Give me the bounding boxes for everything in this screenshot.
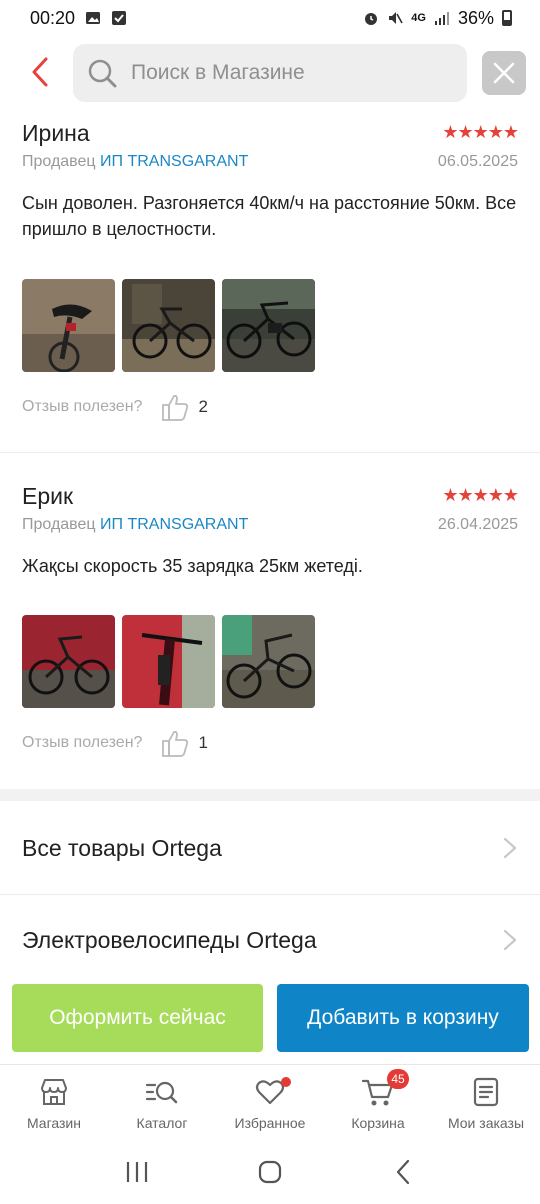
nav-item-store[interactable]: Магазин <box>0 1065 108 1140</box>
heart-icon <box>253 1075 291 1109</box>
close-icon <box>493 62 515 84</box>
orders-icon <box>469 1075 503 1109</box>
system-nav-bar <box>0 1140 540 1204</box>
review-card: Ерик ★★★★★ Продавец ИП TRANSGARANT 26.04… <box>0 483 540 783</box>
signal-icon <box>434 12 449 25</box>
all-products-label: Все товары Ortega <box>22 834 222 861</box>
review-photos <box>22 279 315 372</box>
recent-apps-icon <box>126 1162 147 1182</box>
alarm-icon <box>365 13 378 25</box>
review-photo[interactable] <box>122 615 215 708</box>
seller-label: Продавец <box>22 153 96 170</box>
ebikes-link[interactable]: Электровелосипеды Ortega <box>0 895 540 985</box>
catalog-search-icon <box>145 1075 179 1109</box>
nav-label: Корзина <box>351 1115 405 1131</box>
seller-link[interactable]: ИП TRANSGARANT <box>100 516 248 533</box>
helpful-row: Отзыв полезен? 2 <box>22 392 208 422</box>
mute-icon <box>389 12 403 24</box>
battery-icon <box>502 10 512 26</box>
review-text: Жақсы скорость 35 зарядка 25км жетеді. <box>22 556 363 576</box>
back-arrow-icon <box>397 1159 410 1185</box>
review-date: 26.04.2025 <box>437 516 518 533</box>
cart-badge: 45 <box>387 1069 409 1089</box>
home-icon <box>258 1160 282 1184</box>
helpful-count: 2 <box>198 397 208 416</box>
chevron-right-icon <box>503 929 517 951</box>
review-photo[interactable] <box>222 615 315 708</box>
helpful-label: Отзыв полезен? <box>22 398 143 415</box>
review-photo[interactable] <box>122 279 215 372</box>
buy-now-button[interactable]: Оформить сейчас <box>12 984 263 1052</box>
bottom-nav: Магазин Каталог Избранное 45 Корзина Мои… <box>0 1064 540 1140</box>
thumbs-up-icon[interactable] <box>160 728 190 758</box>
review-photo[interactable] <box>22 279 115 372</box>
recent-apps-button[interactable] <box>117 1152 157 1192</box>
divider <box>0 452 540 453</box>
helpful-label: Отзыв полезен? <box>22 734 143 751</box>
close-button[interactable] <box>482 51 526 95</box>
add-to-cart-button[interactable]: Добавить в корзину <box>277 984 529 1052</box>
chevron-right-icon <box>503 837 517 859</box>
home-button[interactable] <box>250 1152 290 1192</box>
review-photo[interactable] <box>222 279 315 372</box>
nav-label: Мои заказы <box>447 1115 525 1131</box>
chevron-left-icon <box>32 57 48 87</box>
nav-item-orders[interactable]: Мои заказы <box>432 1065 540 1140</box>
search-header <box>0 40 540 110</box>
nav-item-favorites[interactable]: Избранное <box>216 1065 324 1140</box>
all-products-link[interactable]: Все товары Ortega <box>0 803 540 893</box>
search-bar[interactable] <box>73 44 467 102</box>
battery-percent: 36% <box>457 7 494 28</box>
back-system-button[interactable] <box>383 1152 423 1192</box>
section-divider <box>0 789 540 801</box>
back-button[interactable] <box>22 52 58 92</box>
search-icon <box>88 59 117 88</box>
checkbox-icon <box>112 11 127 25</box>
store-icon <box>37 1075 71 1109</box>
helpful-count: 1 <box>198 733 208 752</box>
status-bar: 00:20 4G 36% <box>0 0 540 36</box>
nav-label: Магазин <box>26 1115 81 1131</box>
seller-label: Продавец <box>22 516 96 533</box>
review-card: Ирина ★★★★★ Продавец ИП TRANSGARANT 06.0… <box>0 120 540 450</box>
nav-label: Избранное <box>234 1115 306 1131</box>
gallery-icon <box>86 12 101 24</box>
rating-stars: ★★★★★ <box>442 122 519 142</box>
review-date: 06.05.2025 <box>437 153 518 170</box>
nav-label: Каталог <box>136 1115 188 1131</box>
nav-item-catalog[interactable]: Каталог <box>108 1065 216 1140</box>
thumbs-up-icon[interactable] <box>160 392 190 422</box>
seller-link[interactable]: ИП TRANSGARANT <box>100 153 248 170</box>
cart-icon: 45 <box>361 1069 409 1109</box>
review-photo[interactable] <box>22 615 115 708</box>
review-seller: Продавец ИП TRANSGARANT <box>22 516 248 534</box>
network-type: 4G <box>411 12 426 24</box>
review-author: Ирина <box>22 120 90 146</box>
status-time: 00:20 <box>30 7 76 28</box>
ebikes-label: Электровелосипеды Ortega <box>22 926 317 953</box>
rating-stars: ★★★★★ <box>442 485 519 505</box>
review-author: Ерик <box>22 483 74 509</box>
search-input[interactable] <box>131 61 431 85</box>
notification-dot <box>281 1077 291 1087</box>
review-text: Сын доволен. Разгоняется 40км/ч на расст… <box>22 193 517 239</box>
review-seller: Продавец ИП TRANSGARANT <box>22 153 248 171</box>
helpful-row: Отзыв полезен? 1 <box>22 728 208 758</box>
nav-item-cart[interactable]: 45 Корзина <box>324 1065 432 1140</box>
review-photos <box>22 615 315 708</box>
